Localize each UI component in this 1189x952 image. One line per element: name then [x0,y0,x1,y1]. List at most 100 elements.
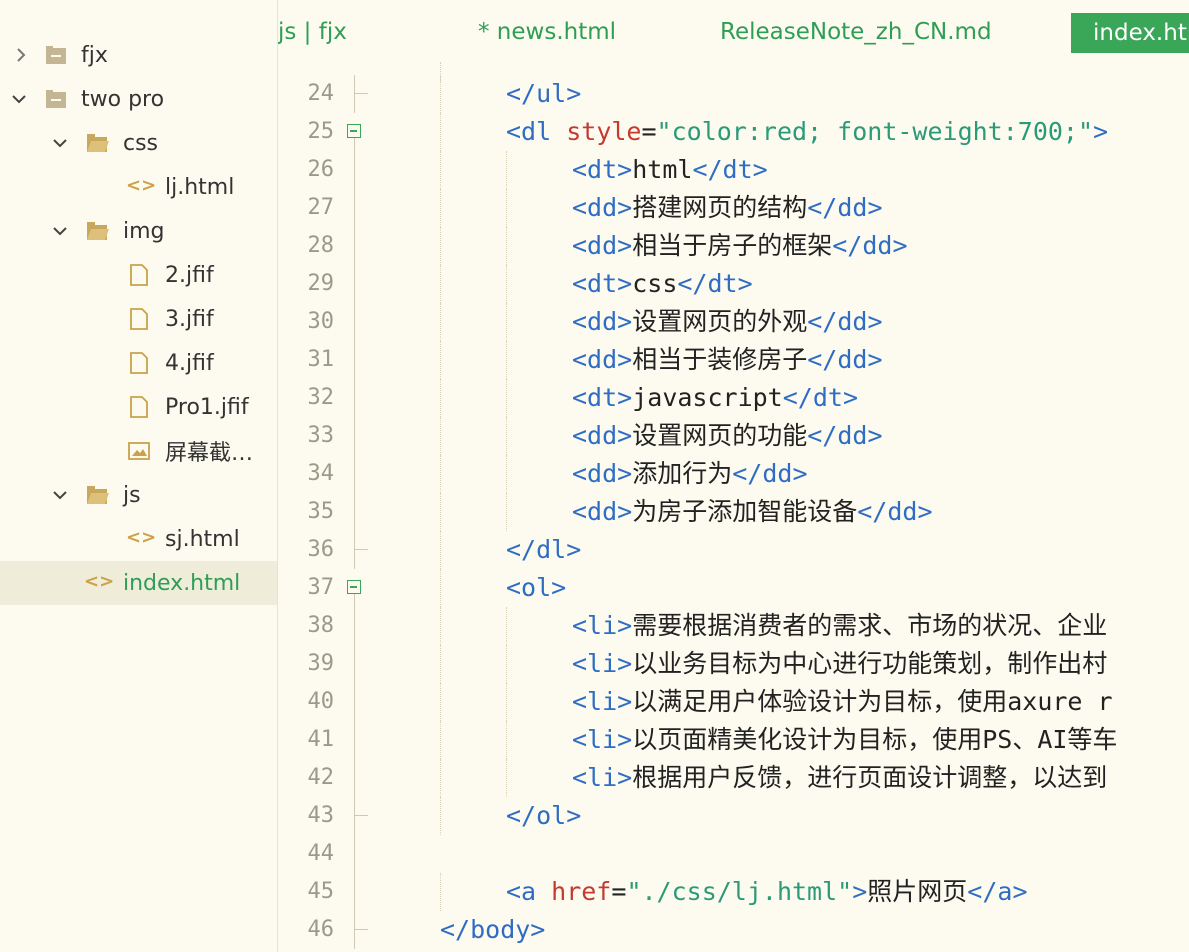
code-line[interactable]: 44 [278,835,1189,873]
tree-item-img[interactable]: img [0,209,277,253]
indent-guide [506,607,507,645]
line-number: 35 [307,499,335,524]
code-tag: <dd> [572,307,633,336]
code-tag: <dt> [572,155,633,184]
tree-item-css[interactable]: css [0,121,277,165]
tree-item-label: 2.jfif [165,262,214,288]
code-tag: <li> [572,611,633,640]
fold-end-marker [354,549,368,550]
folder-open-icon [87,222,109,240]
tree-item-js[interactable]: js [0,473,277,517]
code-line[interactable]: 39 <li>以业务目标为中心进行功能策划，制作出村 [278,645,1189,683]
indent-guide [440,569,441,607]
code-line[interactable]: 37 <ol> [278,569,1189,607]
fold-guide [354,873,355,911]
code-line[interactable]: 42 <li>根据用户反馈，进行页面设计调整，以达到 [278,759,1189,797]
tree-item-screenshot[interactable]: 屏幕截… [0,429,277,473]
code-line[interactable]: 45 <a href="./css/lj.html">照片网页</a> [278,873,1189,911]
indent-guide [440,227,441,265]
tab-news-html[interactable]: * news.html [478,12,616,52]
fold-guide [354,151,355,189]
code-line[interactable]: 36 </dl> [278,531,1189,569]
code-content: <a href="./css/lj.html">照片网页</a> [506,873,1028,911]
code-content: <li>以满足用户体验设计为目标，使用axure r [572,683,1113,721]
code-line[interactable]: 35 <dd>为房子添加智能设备</dd> [278,493,1189,531]
line-number: 42 [307,765,335,790]
indent-guide [506,151,507,189]
code-line[interactable]: 26 <dt>html</dt> [278,151,1189,189]
tree-item-two-pro[interactable]: two pro [0,77,277,121]
code-line[interactable]: 40 <li>以满足用户体验设计为目标，使用axure r [278,683,1189,721]
code-file-icon: <> [84,571,115,592]
collapse-icon[interactable] [347,580,361,594]
line-number: 41 [307,727,335,752]
code-line[interactable]: 32 <dt>javascript</dt> [278,379,1189,417]
indent-guide [506,303,507,341]
code-line[interactable]: 38 <li>需要根据消费者的需求、市场的状况、企业 [278,607,1189,645]
code-line[interactable]: 31 <dd>相当于装修房子</dd> [278,341,1189,379]
code-equals: = [611,877,627,906]
indent-guide [440,265,441,303]
line-number: 31 [307,347,335,372]
code-tag: </dt> [782,383,858,412]
tree-item-3-jfif[interactable]: 3.jfif [0,297,277,341]
code-line[interactable]: 41 <li>以页面精美化设计为目标，使用PS、AI等车 [278,721,1189,759]
indent-guide [506,759,507,797]
fold-guide [354,455,355,493]
code-line[interactable]: 29 <dt>css</dt> [278,265,1189,303]
code-tag: <dt> [572,383,633,412]
chevron-down-icon[interactable] [10,90,28,108]
code-line[interactable]: 46 </body> [278,911,1189,949]
code-content: <dd>设置网页的功能</dd> [572,417,883,455]
tree-item-pro1-jfif[interactable]: Pro1.jfif [0,385,277,429]
tree-item-4-jfif[interactable]: 4.jfif [0,341,277,385]
line-number: 39 [307,651,335,676]
code-line[interactable]: 27 <dd>搭建网页的结构</dd> [278,189,1189,227]
code-line[interactable]: 24 </ul> [278,75,1189,113]
line-number: 28 [307,233,335,258]
fold-end-marker [354,93,368,94]
fold-guide [354,417,355,455]
fold-guide [354,341,355,379]
tree-item-2-jfif[interactable]: 2.jfif [0,253,277,297]
tree-item-lj-html[interactable]: <> lj.html [0,165,277,209]
indent-guide [440,379,441,417]
collapse-icon[interactable] [347,124,361,138]
code-line[interactable]: 28 <dd>相当于房子的框架</dd> [278,227,1189,265]
chevron-down-icon[interactable] [51,222,69,240]
indent-guide [440,797,441,835]
code-line[interactable]: 43 </ol> [278,797,1189,835]
code-line[interactable]: 30 <dd>设置网页的外观</dd> [278,303,1189,341]
code-content: <dd>搭建网页的结构</dd> [572,189,883,227]
tab-index-html[interactable]: index.html [1071,13,1189,53]
indent-guide [440,683,441,721]
code-editor[interactable]: 24 </ul> 25 <dl style="color:red; font-weig… [278,62,1189,952]
tree-item-label: fjx [81,42,108,68]
chevron-right-icon[interactable] [12,46,30,64]
line-number: 38 [307,613,335,638]
tree-item-fjx[interactable]: fjx [0,33,277,77]
code-content: <dl style="color:red; font-weight:700;"> [506,113,1108,151]
code-tag: </dl> [506,535,582,564]
code-text: 相当于房子的框架 [632,231,833,260]
code-line[interactable]: 33 <dd>设置网页的功能</dd> [278,417,1189,455]
indent-guide [440,645,441,683]
line-number: 30 [307,309,335,334]
tree-item-label: two pro [81,86,165,112]
code-text: css [632,269,678,298]
fold-guide [354,593,355,607]
code-text: 照片网页 [867,877,968,906]
code-tag: > [852,877,868,906]
fold-guide [354,645,355,683]
chevron-down-icon[interactable] [51,486,69,504]
tree-item-sj-html[interactable]: <> sj.html [0,517,277,561]
tab-releasenote[interactable]: ReleaseNote_zh_CN.md [720,12,992,52]
indent-guide [440,303,441,341]
tab-js-fjx[interactable]: js | fjx [278,12,347,52]
code-content: </body> [440,911,545,949]
tree-item-index-html[interactable]: <> index.html [0,561,277,605]
chevron-down-icon[interactable] [51,134,69,152]
code-line[interactable]: 34 <dd>添加行为</dd> [278,455,1189,493]
fold-guide [354,759,355,797]
code-line[interactable]: 25 <dl style="color:red; font-weight:700;… [278,113,1189,151]
